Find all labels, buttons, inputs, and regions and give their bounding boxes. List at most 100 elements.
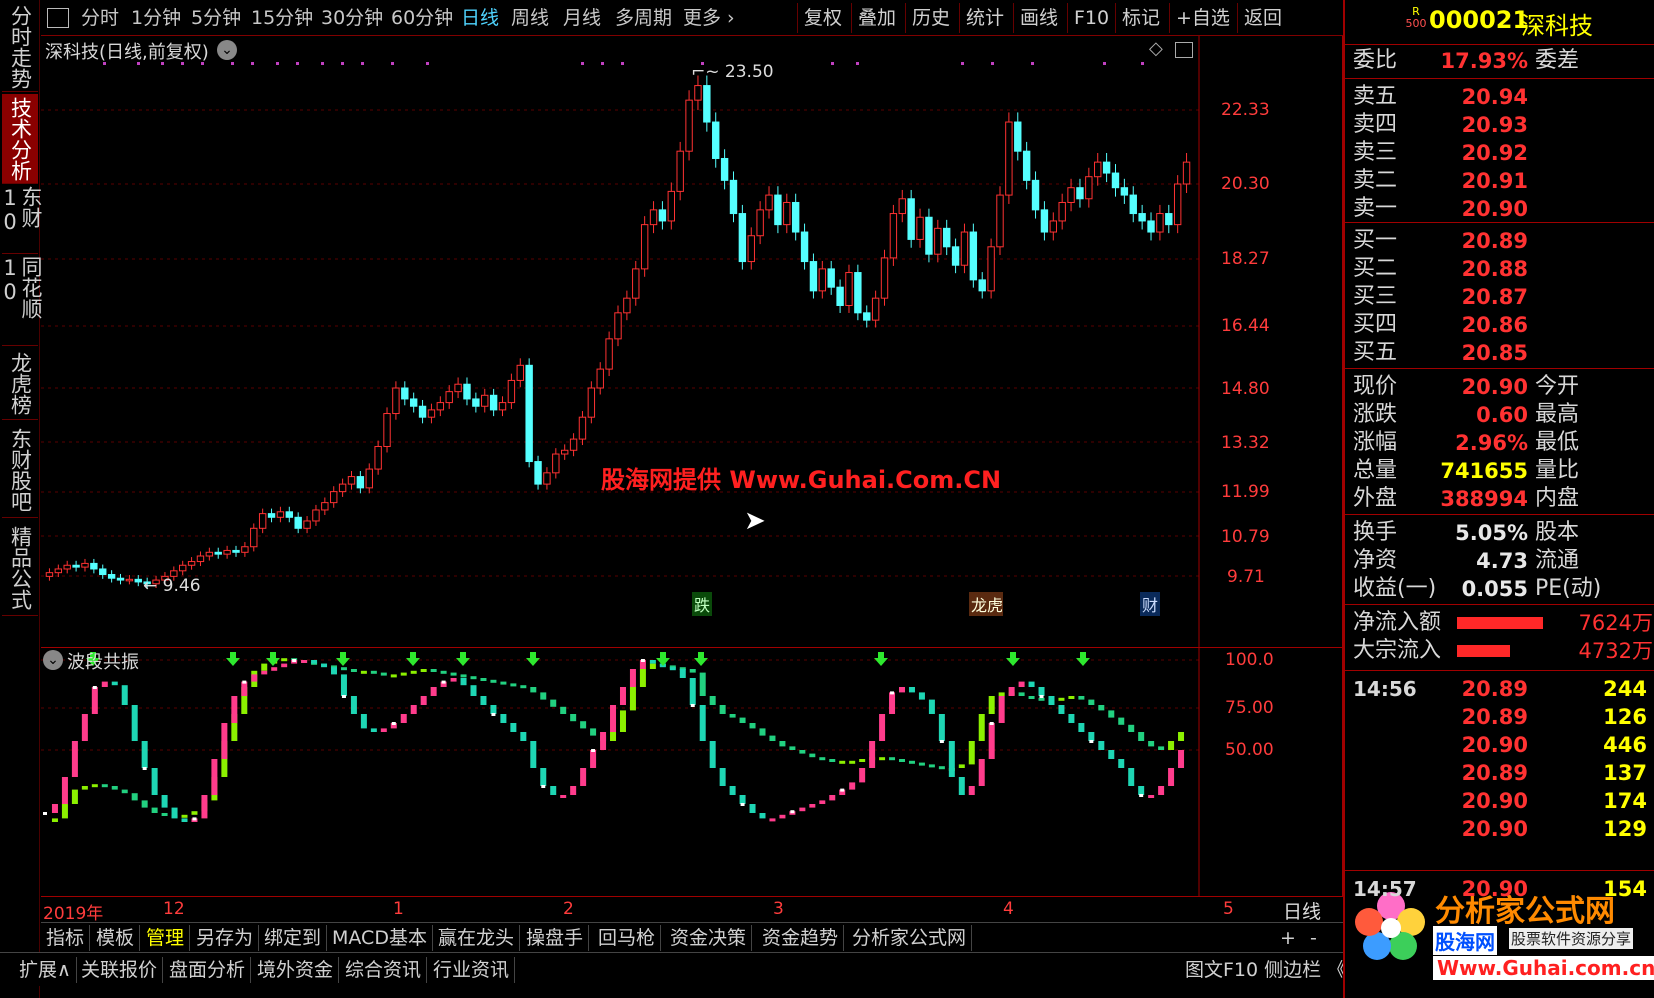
tab-formulas[interactable]: 精品公式: [2, 520, 38, 616]
tab-expand[interactable]: 扩展∧: [14, 957, 77, 983]
f10-button[interactable]: F10: [1067, 3, 1115, 33]
mark-button[interactable]: 标记: [1115, 3, 1166, 33]
tab-foreign-capital[interactable]: 境外资金: [252, 957, 340, 983]
tick-volume: 244: [1603, 677, 1647, 701]
zoom-in-button[interactable]: +: [1275, 925, 1301, 951]
y-tick: 9.71: [1227, 567, 1265, 587]
resonance-step: [1178, 732, 1185, 741]
resonance-step: [1088, 732, 1095, 741]
down-arrow-icon: [406, 652, 420, 666]
resonance-step: [899, 687, 906, 693]
resonance-step: [839, 760, 846, 764]
tab-market-analysis[interactable]: 盘面分析: [164, 957, 252, 983]
resonance-step: [590, 728, 597, 736]
tab-industry-news[interactable]: 行业资讯: [428, 957, 516, 983]
candle-body: [99, 568, 107, 576]
resonance-step: [281, 663, 288, 668]
ask-row[interactable]: 卖二 20.91: [1353, 166, 1653, 196]
stat-value: 741655: [1440, 459, 1528, 483]
tab-intraday[interactable]: 分时走势: [2, 2, 38, 92]
resonance-step: [1148, 795, 1155, 798]
period-5min[interactable]: 5分钟: [191, 5, 241, 31]
tab-news[interactable]: 综合资讯: [340, 957, 428, 983]
chevron-down-icon[interactable]: ⌄: [217, 40, 237, 60]
tab-bind-to[interactable]: 绑定到: [259, 925, 328, 951]
resonance-step: [649, 660, 656, 664]
tab-fund-trend[interactable]: 资金趋势: [757, 925, 845, 951]
tab-macd[interactable]: MACD基本: [327, 925, 433, 951]
tab-template[interactable]: 模板: [91, 925, 141, 951]
signal-dot: [961, 62, 964, 65]
period-more[interactable]: 更多 ›: [683, 5, 735, 31]
period-1min[interactable]: 1分钟: [131, 5, 181, 31]
tab-tonghuashun10[interactable]: 同花顺10: [0, 256, 43, 346]
candle-body: [534, 461, 542, 485]
signal-dot: [426, 62, 429, 65]
resonance-highlight: [840, 788, 845, 792]
history-button[interactable]: 历史: [905, 3, 956, 33]
quote-stat-row: 现价 20.90 今开: [1353, 372, 1653, 402]
sidebar-toggle[interactable]: 图文F10 侧边栏 《: [1180, 957, 1351, 983]
event-tag-drop[interactable]: 跌: [692, 592, 713, 616]
period-intraday[interactable]: 分时: [81, 5, 119, 31]
event-tag-finance[interactable]: 财: [1140, 592, 1161, 616]
diamond-icon[interactable]: ◇: [1149, 38, 1163, 59]
chevron-right-icon: ›: [721, 7, 735, 29]
marker-arrow-icon: ←: [143, 576, 163, 596]
price-chart[interactable]: 深科技(日线,前复权) ⌄ ◇ 22.33 20.30 18.27 16.44 …: [41, 36, 1343, 648]
add-watchlist-button[interactable]: +自选: [1169, 3, 1236, 33]
tab-technical-analysis[interactable]: 技术分析: [2, 94, 38, 184]
chevron-down-icon[interactable]: ⌄: [43, 650, 63, 670]
tab-huimaqiang[interactable]: 回马枪: [593, 925, 662, 951]
tab-dongcai10[interactable]: 东财10: [0, 186, 43, 254]
tab-save-as[interactable]: 另存为: [191, 925, 260, 951]
resonance-step: [1028, 696, 1035, 699]
tab-leader[interactable]: 赢在龙头: [433, 925, 521, 951]
period-15min[interactable]: 15分钟: [251, 5, 313, 31]
window-toggle-icon[interactable]: [47, 8, 69, 28]
event-tag-longhubang[interactable]: 龙虎榜: [969, 592, 1003, 616]
zoom-out-button[interactable]: -: [1305, 925, 1322, 951]
tab-related-quotes[interactable]: 关联报价: [76, 957, 164, 983]
resonance-step: [689, 678, 696, 705]
period-30min[interactable]: 30分钟: [321, 5, 383, 31]
period-weekly[interactable]: 周线: [511, 5, 549, 31]
bid-row[interactable]: 买一 20.89: [1353, 226, 1653, 256]
tab-trader[interactable]: 操盘手: [521, 925, 590, 951]
overlay-button[interactable]: 叠加: [851, 3, 902, 33]
statistics-button[interactable]: 统计: [959, 3, 1010, 33]
indicator-plot[interactable]: [41, 648, 1343, 896]
tab-longhubang[interactable]: 龙虎榜: [2, 348, 38, 420]
period-multi[interactable]: 多周期: [615, 5, 672, 31]
candlestick-plot[interactable]: [41, 36, 1343, 648]
candle-body: [409, 398, 418, 407]
resonance-step: [560, 706, 567, 714]
tab-fund-decision[interactable]: 资金决策: [665, 925, 753, 951]
period-daily[interactable]: 日线: [461, 5, 499, 31]
back-button[interactable]: 返回: [1237, 3, 1288, 33]
indicator-chart[interactable]: ⌄ 波段共振 100.0 75.00 50.00: [41, 648, 1343, 896]
ask-row[interactable]: 卖一 20.90: [1353, 194, 1653, 224]
tab-indicator[interactable]: 指标: [41, 925, 91, 951]
tab-guba[interactable]: 东财股吧: [2, 422, 38, 518]
bid-row[interactable]: 买二 20.88: [1353, 254, 1653, 284]
draw-line-button[interactable]: 画线: [1013, 3, 1064, 33]
bid-label: 买五: [1353, 340, 1398, 365]
bid-row[interactable]: 买四 20.86: [1353, 310, 1653, 340]
candle-body: [934, 227, 942, 255]
tab-formula-site[interactable]: 分析家公式网: [847, 925, 973, 951]
ask-row[interactable]: 卖五 20.94: [1353, 82, 1653, 112]
ask-row[interactable]: 卖四 20.93: [1353, 110, 1653, 140]
ask-row[interactable]: 卖三 20.92: [1353, 138, 1653, 168]
bid-row[interactable]: 买三 20.87: [1353, 282, 1653, 312]
bid-row[interactable]: 买五 20.85: [1353, 338, 1653, 368]
y-tick: 18.27: [1221, 249, 1270, 269]
down-arrow-icon: [874, 652, 888, 666]
tab-manage[interactable]: 管理: [141, 925, 191, 951]
resonance-step: [1108, 750, 1115, 759]
resonance-step: [749, 723, 756, 729]
panel-toggle-icon[interactable]: [1175, 42, 1193, 58]
period-monthly[interactable]: 月线: [563, 5, 601, 31]
fuquan-button[interactable]: 复权: [797, 3, 848, 33]
period-60min[interactable]: 60分钟: [391, 5, 453, 31]
